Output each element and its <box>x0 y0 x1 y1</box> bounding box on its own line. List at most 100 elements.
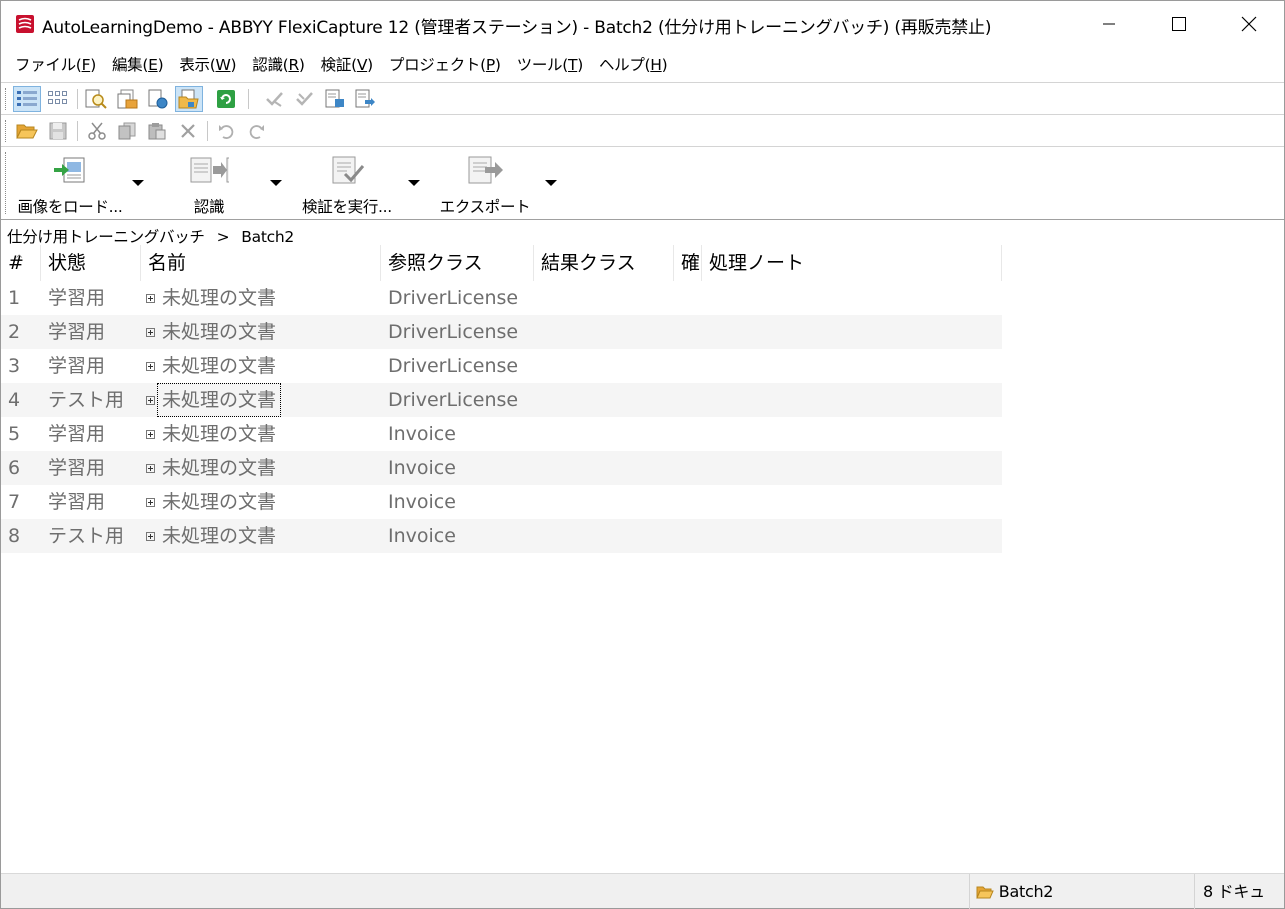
cell-reference-class: DriverLicense <box>388 321 519 343</box>
details-view-button[interactable] <box>13 86 41 112</box>
delete-x-icon <box>181 124 195 138</box>
undo-button[interactable] <box>212 118 240 144</box>
export-button[interactable]: エクスポート <box>435 151 535 217</box>
document-arrow-icon <box>325 89 344 108</box>
document-export-icon <box>355 89 375 108</box>
abbyy-app-icon[interactable] <box>15 14 35 34</box>
column-header-name[interactable]: 名前 <box>141 245 381 281</box>
refresh-button[interactable] <box>212 86 240 112</box>
copy-button[interactable] <box>113 118 141 144</box>
menu-project[interactable]: プロジェクト(P) <box>381 53 509 75</box>
save-disk-icon <box>49 122 67 140</box>
expand-icon[interactable] <box>146 328 155 337</box>
cut-button[interactable] <box>83 118 111 144</box>
menu-file[interactable]: ファイル(F) <box>7 53 104 75</box>
cell-number: 4 <box>8 389 21 411</box>
menu-edit[interactable]: 編集(E) <box>104 53 171 75</box>
sort-ascending-icon: ^ <box>15 254 24 265</box>
batch-button[interactable] <box>175 86 203 112</box>
cell-name: 未処理の文書 <box>156 383 282 417</box>
recognize-icon <box>190 157 229 183</box>
document-properties-button[interactable] <box>321 86 349 112</box>
cell-reference-class: Invoice <box>388 525 456 547</box>
pages-button[interactable] <box>144 86 172 112</box>
menu-view[interactable]: 表示(W) <box>171 53 244 75</box>
table-row[interactable]: 8 テスト用 未処理の文書 Invoice <box>1 519 1002 553</box>
export-dropdown-arrow[interactable] <box>545 180 557 186</box>
breadcrumb-current[interactable]: Batch2 <box>241 228 294 246</box>
edit-toolbar <box>1 114 1284 146</box>
load-images-button[interactable]: 画像をロード... <box>15 151 125 217</box>
table-row[interactable]: 6 学習用 未処理の文書 Invoice <box>1 451 1002 485</box>
minimize-icon <box>1103 23 1115 24</box>
documents-table: ^ # 状態 名前 参照クラス 結果クラス 確 処理ノート 1 学習用 未処理の… <box>1 245 1002 553</box>
column-header-number[interactable]: ^ # <box>1 245 41 281</box>
column-header-confirm[interactable]: 確 <box>674 245 702 281</box>
folder-icon <box>976 886 994 899</box>
table-row[interactable]: 1 学習用 未処理の文書 DriverLicense <box>1 281 1002 315</box>
cell-number: 2 <box>8 321 21 343</box>
save-button[interactable] <box>44 118 72 144</box>
column-header-processing-note[interactable]: 処理ノート <box>702 245 1002 281</box>
table-row[interactable]: 7 学習用 未処理の文書 Invoice <box>1 485 1002 519</box>
app-window: AutoLearningDemo - ABBYY FlexiCapture 12… <box>0 0 1285 909</box>
paste-button[interactable] <box>143 118 171 144</box>
close-button[interactable] <box>1214 1 1284 46</box>
cell-name: 未処理の文書 <box>162 457 277 479</box>
confirm-button[interactable] <box>261 86 289 112</box>
expand-icon[interactable] <box>146 362 155 371</box>
check-undo-icon <box>296 92 313 106</box>
recognize-dropdown-arrow[interactable] <box>270 180 282 186</box>
toolbar-grip[interactable] <box>5 88 7 110</box>
menu-recognize[interactable]: 認識(R) <box>244 53 312 75</box>
toolbar-separator <box>77 89 78 109</box>
column-header-reference-class[interactable]: 参照クラス <box>381 245 534 281</box>
expand-icon[interactable] <box>146 294 155 303</box>
cell-name: 未処理の文書 <box>162 321 277 343</box>
preview-button[interactable] <box>82 86 110 112</box>
open-button[interactable] <box>13 118 41 144</box>
table-header: ^ # 状態 名前 参照クラス 結果クラス 確 処理ノート <box>1 245 1002 281</box>
breadcrumb-separator: > <box>216 228 230 246</box>
run-verification-button[interactable]: 検証を実行... <box>291 151 403 217</box>
menu-tools[interactable]: ツール(T) <box>509 53 591 75</box>
cell-status: 学習用 <box>48 491 106 513</box>
menu-help[interactable]: ヘルプ(H) <box>591 53 675 75</box>
maximize-button[interactable] <box>1144 1 1214 46</box>
toolbar-grip[interactable] <box>5 152 7 214</box>
expand-icon[interactable] <box>146 396 155 405</box>
refresh-icon <box>217 90 235 108</box>
unconfirm-button[interactable] <box>291 86 319 112</box>
cell-reference-class: Invoice <box>388 457 456 479</box>
thumbnails-grid-icon <box>48 91 67 104</box>
cell-number: 5 <box>8 423 21 445</box>
documents-button[interactable] <box>113 86 141 112</box>
recognize-button[interactable]: 認識 <box>159 151 259 217</box>
breadcrumb-root[interactable]: 仕分け用トレーニングバッチ <box>7 228 205 246</box>
breadcrumb: 仕分け用トレーニングバッチ > Batch2 <box>7 225 294 247</box>
redo-button[interactable] <box>243 118 271 144</box>
load-images-dropdown-arrow[interactable] <box>132 180 144 186</box>
expand-icon[interactable] <box>146 430 155 439</box>
close-icon <box>1241 16 1257 31</box>
table-row[interactable]: 2 学習用 未処理の文書 DriverLicense <box>1 315 1002 349</box>
verify-dropdown-arrow[interactable] <box>408 180 420 186</box>
cell-number: 1 <box>8 287 21 309</box>
expand-icon[interactable] <box>146 464 155 473</box>
expand-icon[interactable] <box>146 498 155 507</box>
table-row[interactable]: 3 学習用 未処理の文書 DriverLicense <box>1 349 1002 383</box>
status-batch-panel: Batch2 <box>969 874 1194 909</box>
table-row[interactable]: 4 テスト用 未処理の文書 DriverLicense <box>1 383 1002 417</box>
expand-icon[interactable] <box>146 532 155 541</box>
delete-button[interactable] <box>174 118 202 144</box>
minimize-button[interactable] <box>1074 1 1144 46</box>
page-properties-button[interactable] <box>351 86 379 112</box>
thumbnail-view-button[interactable] <box>44 86 72 112</box>
toolbar-grip[interactable] <box>5 120 7 142</box>
run-verification-label: 検証を実行... <box>302 198 392 216</box>
menu-verify[interactable]: 検証(V) <box>313 53 381 75</box>
column-header-result-class[interactable]: 結果クラス <box>534 245 674 281</box>
load-images-icon <box>54 157 85 183</box>
table-row[interactable]: 5 学習用 未処理の文書 Invoice <box>1 417 1002 451</box>
column-header-status[interactable]: 状態 <box>41 245 141 281</box>
